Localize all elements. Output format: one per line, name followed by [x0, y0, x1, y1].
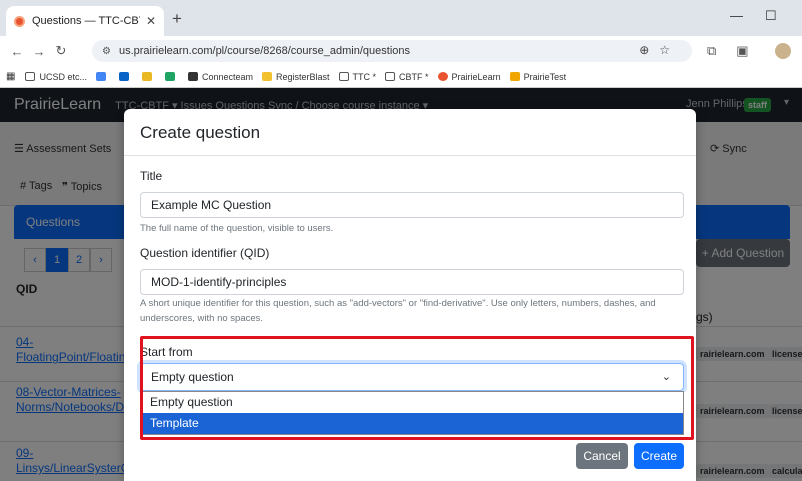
qid-label: Question identifier (QID) — [140, 246, 270, 260]
cancel-button[interactable]: Cancel — [576, 443, 628, 469]
bookmark-connecteam[interactable]: Connecteam — [187, 72, 253, 82]
title-label: Title — [140, 169, 163, 183]
connecteam-icon — [187, 72, 198, 81]
tab-title: Questions — TTC-CBTF | Prairie — [32, 15, 140, 27]
window-minimize-icon[interactable]: — — [730, 8, 743, 23]
folder-icon — [25, 72, 36, 81]
create-button[interactable]: Create — [634, 443, 684, 469]
reload-icon[interactable]: ↻ — [50, 43, 72, 59]
side-panel-icon[interactable]: ▣ — [736, 43, 748, 58]
modal-divider — [124, 155, 696, 156]
highlight-annotation-box — [140, 336, 694, 440]
bookmark-star-icon[interactable]: ⊕☆ — [639, 43, 680, 57]
prairietest-icon — [509, 72, 520, 81]
profile-avatar[interactable] — [775, 43, 791, 59]
window-maximize-icon[interactable]: ☐ — [765, 8, 777, 24]
chrome-icon — [141, 72, 152, 81]
google-icon — [95, 72, 106, 81]
bookmarks-bar: ▦ UCSD etc... Connecteam RegisterBlast T… — [0, 66, 802, 88]
bookmark-ucsd[interactable]: UCSD etc... — [25, 72, 87, 82]
browser-tab-strip: Questions — TTC-CBTF | Prairie ✕ + — ☐ — [0, 0, 802, 36]
browser-tab[interactable]: Questions — TTC-CBTF | Prairie ✕ — [6, 6, 164, 36]
title-help-text: The full name of the question, visible t… — [140, 223, 334, 234]
qid-input[interactable] — [140, 269, 684, 295]
tab-close-icon[interactable]: ✕ — [146, 14, 156, 28]
bookmark-cbtf[interactable]: CBTF * — [385, 72, 429, 82]
apps-grid-icon[interactable]: ▦ — [6, 71, 15, 82]
registerblast-icon — [262, 72, 272, 81]
folder-icon — [385, 72, 396, 81]
outlook-icon — [118, 72, 129, 81]
site-settings-icon[interactable]: ⚙ — [102, 46, 111, 57]
bookmark-google-icon[interactable] — [95, 72, 110, 81]
folder-icon — [338, 72, 349, 81]
bookmark-prairietest[interactable]: PrairieTest — [509, 72, 566, 82]
url-text: us.prairielearn.com/pl/course/8268/cours… — [118, 45, 411, 57]
bookmark-ttc[interactable]: TTC * — [338, 72, 376, 82]
drive-icon — [164, 72, 175, 81]
address-bar: ← → ↻ ⚙ us.prairielearn.com/pl/course/82… — [0, 36, 802, 66]
url-input[interactable]: ⚙ us.prairielearn.com/pl/course/8268/cou… — [92, 40, 692, 62]
bookmark-prairielearn[interactable]: PrairieLearn — [437, 72, 501, 82]
modal-title: Create question — [140, 123, 261, 142]
qid-help-text: A short unique identifier for this quest… — [140, 298, 656, 324]
extensions-icon[interactable]: ⧉ — [707, 43, 716, 58]
forward-icon[interactable]: → — [28, 44, 50, 59]
toolbar-icons: ⧉ ▣ — [707, 43, 769, 59]
new-tab-icon[interactable]: + — [172, 9, 182, 29]
bookmark-outlook-icon[interactable] — [118, 72, 133, 81]
bookmark-chrome-icon[interactable] — [141, 72, 156, 81]
prairielearn-favicon-icon — [14, 15, 25, 27]
back-icon[interactable]: ← — [6, 44, 28, 59]
prairielearn-icon — [437, 72, 448, 81]
bookmark-registerblast[interactable]: RegisterBlast — [262, 72, 330, 82]
bookmark-drive-icon[interactable] — [164, 72, 179, 81]
title-input[interactable] — [140, 192, 684, 218]
